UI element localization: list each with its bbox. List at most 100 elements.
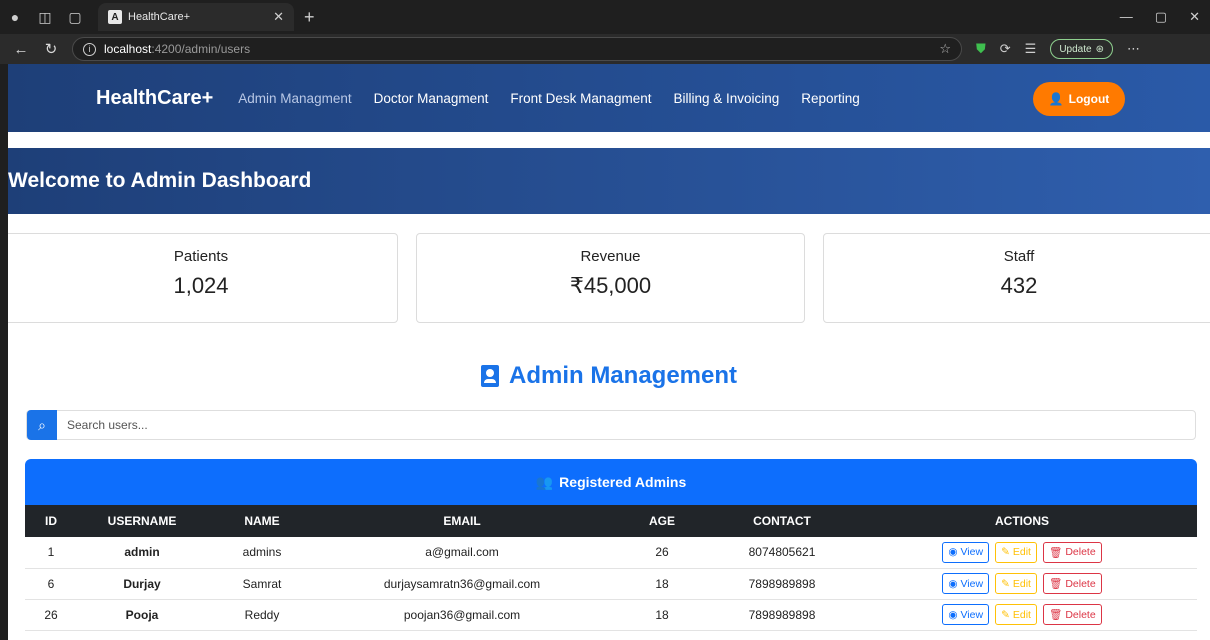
favorite-star-icon[interactable]: ☆ (939, 41, 951, 57)
nav-links: Admin Managment Doctor Managment Front D… (227, 91, 871, 106)
nav-link-reporting[interactable]: Reporting (790, 91, 871, 106)
stat-value: 1,024 (173, 273, 229, 298)
cell-name: admins (207, 537, 317, 569)
eye-icon: ◉ (948, 546, 958, 559)
delete-label: Delete (1065, 577, 1096, 590)
view-button[interactable]: ◉ View (942, 573, 990, 594)
page-content: HealthCare+ Admin Managment Doctor Manag… (8, 64, 1210, 640)
logout-label: Logout (1068, 92, 1110, 106)
delete-button[interactable]: 🗑 Delete (1042, 604, 1102, 625)
back-arrow-icon[interactable]: ← (6, 41, 36, 58)
cell-age: 18 (607, 568, 717, 600)
eye-icon: ◉ (948, 577, 958, 590)
cell-actions: ◉ View ✎ Edit 🗑 Delete (847, 599, 1197, 631)
delete-button[interactable]: 🗑 Delete (1042, 573, 1102, 594)
tab-actions-icon[interactable]: ▢ (60, 0, 90, 34)
nav-link-admin-management[interactable]: Admin Managment (227, 91, 362, 106)
edit-icon: ✎ (1001, 546, 1010, 559)
close-tab-icon[interactable]: ✕ (273, 9, 284, 25)
browser-tab[interactable]: A HealthCare+ ✕ (98, 3, 294, 31)
view-button[interactable]: ◉ View (942, 604, 990, 625)
cell-id: 6 (25, 568, 77, 600)
col-contact: CONTACT (717, 505, 847, 537)
edit-label: Edit (1012, 608, 1031, 621)
update-label: Update (1059, 43, 1092, 55)
nav-link-billing-invoicing[interactable]: Billing & Invoicing (662, 91, 790, 106)
table-title: Registered Admins (559, 474, 687, 490)
url-path: :4200/admin/users (151, 42, 251, 56)
col-age: AGE (607, 505, 717, 537)
workspaces-icon[interactable]: ◫ (30, 0, 60, 34)
restore-icon[interactable]: ▢ (1155, 9, 1167, 25)
cell-age: 26 (607, 537, 717, 569)
cell-email: durjaysamratn36@gmail.com (317, 568, 607, 600)
stat-card-patients: Patients 1,024 (8, 233, 398, 323)
refresh-icon[interactable]: ↻ (36, 40, 66, 58)
edit-button[interactable]: ✎ Edit (995, 541, 1037, 563)
search-input[interactable] (67, 418, 1167, 432)
app-navbar: HealthCare+ Admin Managment Doctor Manag… (8, 64, 1210, 132)
cell-name: Samrat (207, 568, 317, 600)
stat-card-staff: Staff 432 (823, 233, 1210, 323)
view-button[interactable]: ◉ View (942, 541, 990, 563)
edit-label: Edit (1012, 577, 1031, 590)
cell-age: 18 (607, 599, 717, 631)
edit-icon: ✎ (1001, 577, 1010, 590)
edit-label: Edit (1012, 546, 1031, 559)
cell-name: Reddy (207, 599, 317, 631)
page-title: Welcome to Admin Dashboard (8, 169, 312, 192)
delete-label: Delete (1065, 546, 1096, 559)
new-tab-icon[interactable]: + (304, 7, 315, 28)
close-window-icon[interactable]: ✕ (1189, 9, 1200, 25)
nav-link-doctor-management[interactable]: Doctor Managment (363, 91, 500, 106)
id-badge-icon (480, 365, 499, 387)
minimize-icon[interactable]: — (1120, 9, 1133, 25)
view-label: View (960, 577, 984, 590)
cell-actions: ◉ View ✎ Edit 🗑 Delete (847, 537, 1197, 569)
favorites-icon[interactable]: ☰ (1025, 41, 1037, 57)
table-row: 1 admin admins a@gmail.com 26 8074805621… (25, 537, 1197, 569)
more-menu-icon[interactable]: ⋯ (1127, 41, 1140, 57)
window-controls: — ▢ ✕ (1120, 9, 1210, 25)
profile-icon[interactable]: ● (0, 0, 30, 34)
nav-link-front-desk-management[interactable]: Front Desk Managment (499, 91, 662, 106)
cell-username: admin (77, 537, 207, 569)
cell-contact: 7898989898 (717, 599, 847, 631)
info-icon[interactable]: i (83, 42, 96, 56)
edit-button[interactable]: ✎ Edit (995, 573, 1037, 594)
view-label: View (960, 608, 984, 621)
edit-button[interactable]: ✎ Edit (995, 604, 1037, 625)
extension-icon[interactable]: ⟳ (1000, 41, 1011, 57)
stat-value: ₹45,000 (569, 273, 652, 298)
hero-banner: Welcome to Admin Dashboard (8, 148, 1210, 214)
view-label: View (960, 546, 984, 559)
shield-extension-icon[interactable]: ⛊ (976, 41, 986, 57)
stat-value: 432 (1000, 273, 1038, 298)
search-button[interactable]: ⌕ (27, 410, 57, 440)
admins-table-card: 👥 Registered Admins ID USERNAME NAME EMA… (25, 459, 1197, 640)
trash-icon: 🗑 (1048, 609, 1063, 621)
logout-button[interactable]: 👤 Logout (1033, 82, 1125, 116)
search-icon: ⌕ (38, 416, 46, 433)
eye-icon: ◉ (948, 608, 958, 621)
edit-icon: ✎ (1001, 608, 1010, 621)
trash-icon: 🗑 (1048, 578, 1063, 590)
admins-table: ID USERNAME NAME EMAIL AGE CONTACT ACTIO… (25, 505, 1197, 631)
cell-contact: 8074805621 (717, 537, 847, 569)
tab-title: HealthCare+ (128, 11, 191, 23)
update-badge-icon: ⊛ (1095, 43, 1104, 55)
users-icon: 👥 (535, 473, 554, 490)
col-actions: ACTIONS (847, 505, 1197, 537)
extensions-area: ⛊ ⟳ ☰ Update ⊛ ⋯ (976, 39, 1140, 59)
stat-label: Revenue (580, 248, 641, 265)
col-email: EMAIL (317, 505, 607, 537)
url-field[interactable]: i localhost:4200/admin/users ☆ (72, 37, 962, 61)
table-title-bar: 👥 Registered Admins (25, 459, 1197, 505)
brand-logo[interactable]: HealthCare+ (96, 87, 213, 110)
update-button[interactable]: Update ⊛ (1050, 39, 1113, 59)
col-name: NAME (207, 505, 317, 537)
delete-button[interactable]: 🗑 Delete (1042, 541, 1102, 563)
table-row: 26 Pooja Reddy poojan36@gmail.com 18 789… (25, 599, 1197, 631)
stat-label: Staff (1003, 248, 1035, 265)
window-left-edge (0, 64, 8, 640)
